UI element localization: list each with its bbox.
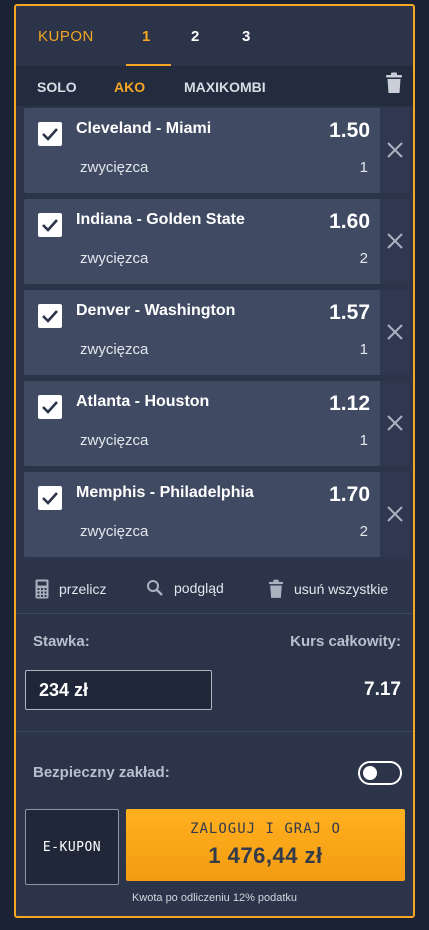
checkmark-icon bbox=[42, 310, 58, 323]
bet-match: Memphis - Philadelphia bbox=[76, 484, 254, 501]
preview-label: podgląd bbox=[174, 580, 224, 596]
recalc-label: przelicz bbox=[59, 581, 107, 597]
close-icon bbox=[387, 324, 403, 340]
tab-solo[interactable]: SOLO bbox=[37, 79, 77, 95]
trash-icon[interactable] bbox=[385, 72, 403, 94]
bet-checkbox[interactable] bbox=[38, 213, 62, 237]
bet-list: Cleveland - Miami zwycięzca 1.50 1 India… bbox=[24, 108, 410, 563]
bet-row: Memphis - Philadelphia zwycięzca 1.70 2 bbox=[24, 472, 410, 557]
bet-checkbox[interactable] bbox=[38, 304, 62, 328]
checkmark-icon bbox=[42, 492, 58, 505]
total-odds-label: Kurs całkowity: bbox=[290, 633, 401, 650]
bet-odds: 1.70 bbox=[329, 483, 370, 506]
remove-bet-button[interactable] bbox=[380, 199, 410, 284]
bet-type: zwycięzca bbox=[80, 523, 149, 540]
bet-match: Indiana - Golden State bbox=[76, 211, 245, 228]
checkmark-icon bbox=[42, 219, 58, 232]
close-icon bbox=[387, 415, 403, 431]
remove-bet-button[interactable] bbox=[380, 381, 410, 466]
ekupon-button[interactable]: E-KUPON bbox=[25, 809, 119, 885]
bet-checkbox[interactable] bbox=[38, 395, 62, 419]
login-button-label: ZALOGUJ I GRAJ O bbox=[190, 821, 341, 837]
remove-bet-button[interactable] bbox=[380, 472, 410, 557]
bet-type: zwycięzca bbox=[80, 341, 149, 358]
divider bbox=[16, 731, 413, 732]
stake-label: Stawka: bbox=[33, 633, 90, 650]
recalc-button[interactable]: przelicz bbox=[35, 579, 106, 599]
bet-pick: 1 bbox=[359, 341, 368, 358]
trash-icon bbox=[268, 579, 284, 598]
bet-odds: 1.12 bbox=[329, 392, 370, 415]
close-icon bbox=[387, 142, 403, 158]
calculator-icon bbox=[35, 579, 49, 599]
remove-bet-button[interactable] bbox=[380, 108, 410, 193]
betslip-title: KUPON bbox=[38, 28, 94, 45]
preview-button[interactable]: podgląd bbox=[146, 579, 224, 597]
tax-note: Kwota po odliczeniu 12% podatku bbox=[131, 892, 298, 904]
bet-pick: 1 bbox=[359, 159, 368, 176]
safe-bet-toggle[interactable] bbox=[358, 761, 402, 785]
potential-win-amount: 1 476,44 zł bbox=[208, 843, 323, 868]
remove-bet-button[interactable] bbox=[380, 290, 410, 375]
stake-input[interactable] bbox=[25, 670, 212, 710]
checkmark-icon bbox=[42, 128, 58, 141]
bet-checkbox[interactable] bbox=[38, 122, 62, 146]
bet-match: Denver - Washington bbox=[76, 302, 236, 319]
bet-checkbox[interactable] bbox=[38, 486, 62, 510]
bet-type-tabs: SOLO AKO MAXIKOMBI bbox=[16, 66, 413, 106]
remove-all-button[interactable]: usuń wszystkie bbox=[268, 579, 388, 599]
bet-pick: 2 bbox=[359, 250, 368, 267]
bet-type: zwycięzca bbox=[80, 159, 149, 176]
bet-pick: 1 bbox=[359, 432, 368, 449]
bet-type: zwycięzca bbox=[80, 250, 149, 267]
tab-ako[interactable]: AKO bbox=[114, 79, 145, 95]
search-icon bbox=[147, 580, 163, 596]
close-icon bbox=[387, 233, 403, 249]
close-icon bbox=[387, 506, 403, 522]
checkmark-icon bbox=[42, 401, 58, 414]
betslip-tools: przelicz podgląd usuń wszystkie bbox=[16, 569, 413, 614]
login-and-play-button[interactable]: ZALOGUJ I GRAJ O 1 476,44 zł bbox=[126, 809, 405, 881]
total-odds-value: 7.17 bbox=[364, 679, 401, 700]
betslip-header: KUPON 1 2 3 bbox=[16, 6, 413, 66]
bet-row: Cleveland - Miami zwycięzca 1.50 1 bbox=[24, 108, 410, 193]
tab-maxikombi[interactable]: MAXIKOMBI bbox=[184, 79, 266, 95]
bet-odds: 1.60 bbox=[329, 210, 370, 233]
bet-odds: 1.50 bbox=[329, 119, 370, 142]
bet-pick: 2 bbox=[359, 523, 368, 540]
safe-bet-label: Bezpieczny zakład: bbox=[33, 764, 170, 781]
tab-coupon-2[interactable]: 2 bbox=[191, 28, 200, 45]
bet-type: zwycięzca bbox=[80, 432, 149, 449]
bet-match: Atlanta - Houston bbox=[76, 393, 210, 410]
toggle-knob bbox=[363, 766, 377, 780]
betslip-panel: KUPON 1 2 3 SOLO AKO MAXIKOMBI Cleveland… bbox=[14, 4, 415, 918]
bet-row: Atlanta - Houston zwycięzca 1.12 1 bbox=[24, 381, 410, 466]
bet-match: Cleveland - Miami bbox=[76, 120, 212, 137]
remove-all-label: usuń wszystkie bbox=[294, 581, 389, 597]
bet-row: Indiana - Golden State zwycięzca 1.60 2 bbox=[24, 199, 410, 284]
tab-coupon-1[interactable]: 1 bbox=[142, 28, 151, 45]
bet-odds: 1.57 bbox=[329, 301, 370, 324]
tab-coupon-3[interactable]: 3 bbox=[242, 28, 251, 45]
bet-row: Denver - Washington zwycięzca 1.57 1 bbox=[24, 290, 410, 375]
